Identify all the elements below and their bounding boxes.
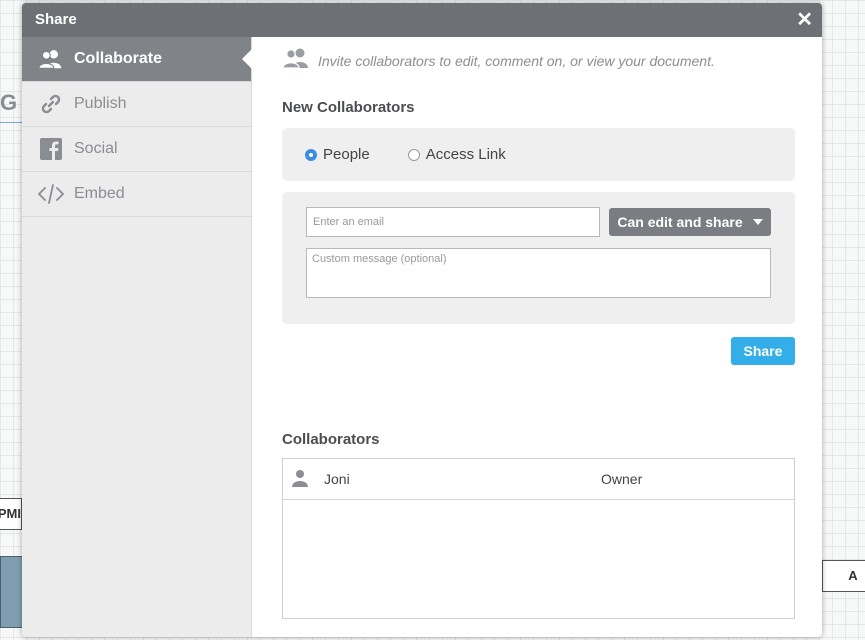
sidebar-item-label: Collaborate bbox=[74, 50, 163, 67]
radio-people[interactable]: People bbox=[305, 146, 370, 163]
email-field[interactable]: Enter an email bbox=[306, 207, 600, 237]
permission-label: Can edit and share bbox=[617, 214, 743, 230]
chevron-down-icon bbox=[752, 219, 763, 225]
share-button[interactable]: Share bbox=[731, 337, 795, 365]
radio-label: Access Link bbox=[425, 146, 506, 163]
radio-button[interactable] bbox=[407, 148, 420, 161]
sidebar-item-label: Embed bbox=[74, 185, 125, 202]
dialog-title: Share bbox=[35, 11, 77, 28]
permission-dropdown[interactable]: Can edit and share bbox=[609, 208, 771, 236]
background-server-shape bbox=[0, 556, 24, 628]
background-shape-pm: PMI bbox=[0, 498, 22, 530]
sidebar-item-social[interactable]: Social bbox=[22, 127, 251, 172]
users-icon bbox=[38, 48, 64, 70]
sidebar-item-label: Publish bbox=[74, 95, 127, 112]
intro: Invite collaborators to edit, comment on… bbox=[282, 47, 715, 74]
code-icon bbox=[38, 183, 64, 205]
background-canvas-line bbox=[0, 122, 22, 123]
collaborator-name: Joni bbox=[324, 471, 350, 487]
facebook-icon bbox=[38, 138, 64, 160]
background-shape-a: A bbox=[822, 560, 865, 592]
collaborator-role: Owner bbox=[601, 471, 643, 487]
sidebar-item-embed[interactable]: Embed bbox=[22, 172, 251, 217]
collaborators-title: Collaborators bbox=[282, 431, 380, 448]
list-item: Joni Owner bbox=[283, 459, 794, 500]
share-mode-panel: People Access Link bbox=[282, 128, 795, 181]
users-icon bbox=[282, 47, 310, 74]
custom-message-field[interactable]: Custom message (optional) bbox=[306, 248, 771, 298]
invite-form: Enter an email Can edit and share Custom… bbox=[282, 192, 795, 324]
close-icon[interactable]: ✕ bbox=[796, 3, 813, 37]
user-icon bbox=[292, 469, 308, 490]
new-collaborators-title: New Collaborators bbox=[282, 99, 415, 116]
intro-text: Invite collaborators to edit, comment on… bbox=[318, 52, 715, 69]
dialog-titlebar: Share ✕ bbox=[22, 3, 822, 37]
radio-button[interactable] bbox=[305, 148, 317, 161]
sidebar-item-collaborate[interactable]: Collaborate bbox=[22, 37, 252, 82]
collaborators-list: Joni Owner bbox=[282, 458, 795, 619]
sidebar-item-label: Social bbox=[74, 140, 118, 157]
background-canvas-text: G bbox=[0, 90, 18, 115]
share-dialog: Share ✕ Collaborate Publish Social Embed… bbox=[22, 3, 822, 637]
collaborate-panel: Invite collaborators to edit, comment on… bbox=[252, 37, 822, 637]
radio-access-link[interactable]: Access Link bbox=[407, 146, 506, 163]
sidebar-item-publish[interactable]: Publish bbox=[22, 82, 251, 127]
share-sidebar: Collaborate Publish Social Embed bbox=[22, 37, 252, 637]
link-icon bbox=[38, 93, 64, 115]
radio-label: People bbox=[323, 146, 370, 163]
